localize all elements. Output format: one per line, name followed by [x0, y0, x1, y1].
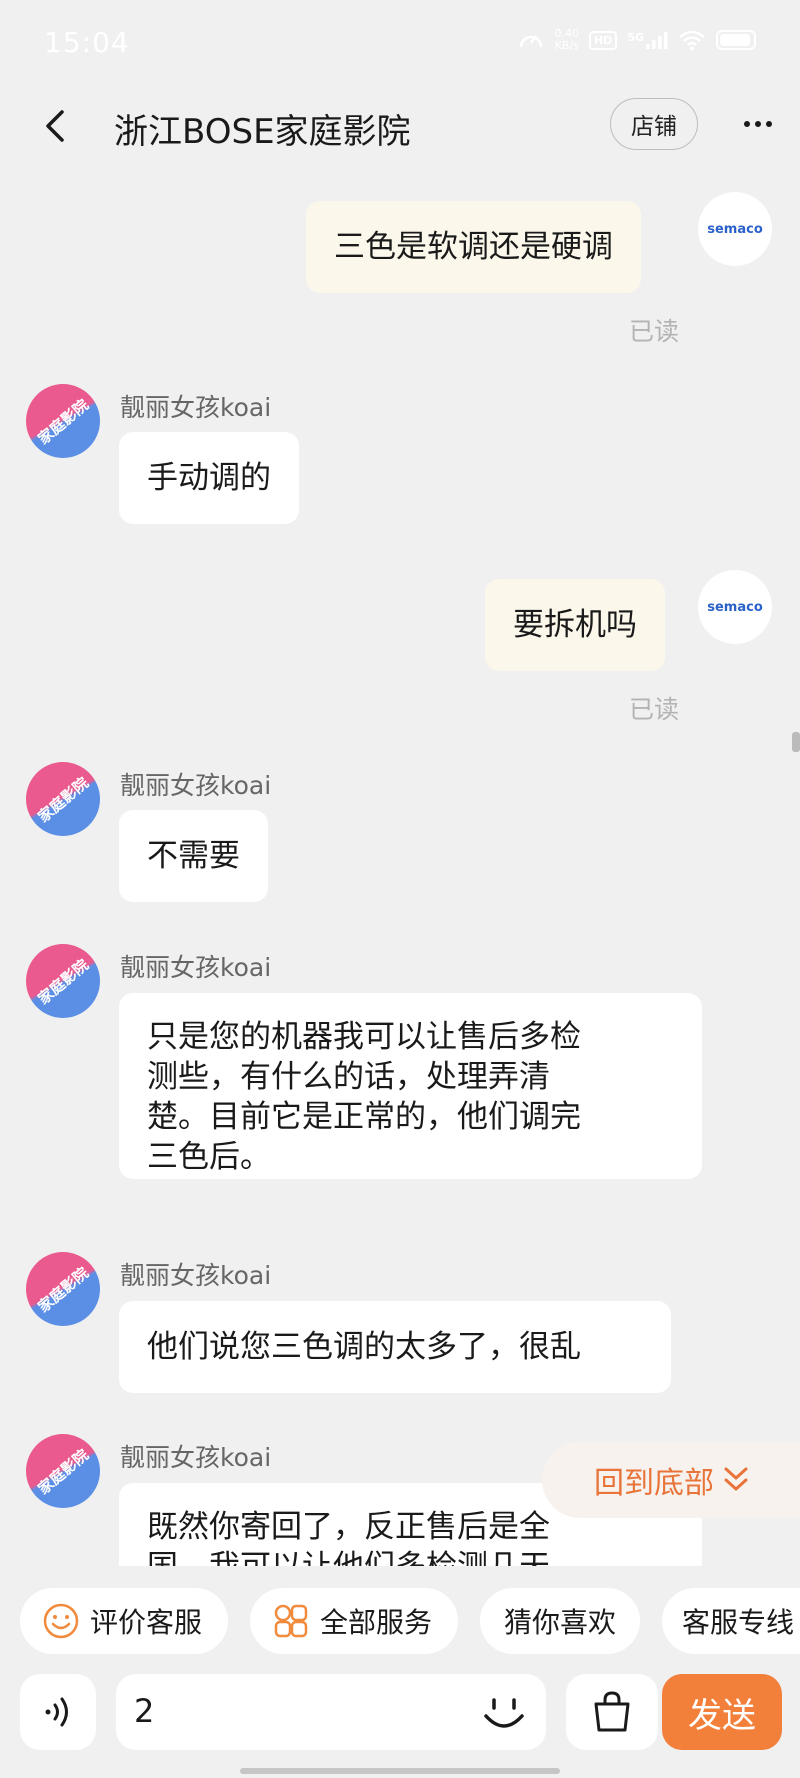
shop-button[interactable]: 店铺 [610, 98, 698, 150]
speedometer-icon [520, 35, 543, 48]
signal-bars-icon [646, 32, 668, 49]
agent-avatar[interactable]: 家庭影院 [26, 762, 100, 836]
smile-icon [43, 1603, 79, 1639]
agent-avatar-label: 家庭影院 [34, 395, 93, 448]
double-chevron-down-icon [724, 1467, 748, 1491]
sender-name: 靓丽女孩koai [120, 1261, 272, 1290]
quick-actions-bar: 评价客服 全部服务 猜你喜欢 客服专线 [0, 1588, 800, 1654]
status-bar: 15:04 0.40 KB/s HD 5G [0, 0, 800, 90]
send-button[interactable]: 发送 [662, 1674, 782, 1750]
product-bag-button[interactable] [566, 1674, 658, 1750]
message-input[interactable]: 2 [116, 1674, 546, 1750]
sender-name: 靓丽女孩koai [120, 953, 272, 982]
read-receipt: 已读 [629, 317, 680, 346]
read-receipt: 已读 [629, 695, 680, 724]
signal-label: 5G [627, 31, 644, 44]
agent-avatar-label: 家庭影院 [34, 773, 93, 826]
agent-avatar[interactable]: 家庭影院 [26, 384, 100, 458]
emoji-icon[interactable] [478, 1686, 530, 1738]
chat-header: 浙江BOSE家庭影院 店铺 [0, 90, 800, 160]
net-speed-unit: KB/s [554, 39, 579, 52]
agent-avatar[interactable]: 家庭影院 [26, 1434, 100, 1508]
chip-label: 客服专线 [682, 1606, 795, 1639]
grid-icon [274, 1604, 308, 1638]
guess-you-like-chip[interactable]: 猜你喜欢 [480, 1588, 640, 1654]
voice-input-button[interactable] [20, 1674, 96, 1750]
sender-name: 靓丽女孩koai [120, 1443, 272, 1472]
message-text: 要拆机吗 [513, 607, 637, 643]
user-avatar-logo: semaco [707, 599, 763, 615]
chip-label: 全部服务 [320, 1606, 433, 1639]
user-avatar[interactable]: semaco [698, 570, 772, 644]
message-text: 三色是软调还是硬调 [334, 229, 613, 265]
message-line: 只是您的机器我可以让售后多检 [147, 1019, 581, 1055]
message-bubble[interactable]: 不需要 [119, 810, 268, 902]
sender-name: 靓丽女孩koai [120, 393, 272, 422]
agent-avatar-label: 家庭影院 [34, 955, 93, 1008]
home-indicator[interactable] [240, 1768, 560, 1774]
back-to-bottom-button[interactable]: 回到底部 [542, 1442, 800, 1518]
service-hotline-chip[interactable]: 客服专线 [662, 1588, 800, 1654]
page-title: 浙江BOSE家庭影院 [114, 112, 411, 152]
more-options-icon[interactable] [742, 112, 774, 136]
shopping-bag-icon [594, 1691, 630, 1732]
message-text: 他们说您三色调的太多了，很乱 [147, 1329, 581, 1365]
voice-icon [45, 1697, 68, 1727]
message-line: 国，我可以让他们多检测几天 [147, 1547, 674, 1566]
message-line: 三色后。 [147, 1139, 271, 1175]
agent-avatar[interactable]: 家庭影院 [26, 1252, 100, 1326]
user-avatar-logo: semaco [707, 221, 763, 237]
battery-icon [716, 30, 756, 50]
message-text: 不需要 [147, 838, 240, 874]
agent-avatar[interactable]: 家庭影院 [26, 944, 100, 1018]
all-services-chip[interactable]: 全部服务 [250, 1588, 458, 1654]
input-bar: 2 发送 [0, 1672, 800, 1752]
back-arrow-icon[interactable] [40, 108, 72, 144]
status-time: 15:04 [44, 26, 130, 59]
user-avatar[interactable]: semaco [698, 192, 772, 266]
sender-name: 靓丽女孩koai [120, 771, 272, 800]
message-bubble[interactable]: 他们说您三色调的太多了，很乱 [119, 1301, 671, 1393]
message-line: 楚。目前它是正常的，他们调完 [147, 1099, 581, 1135]
rate-service-chip[interactable]: 评价客服 [20, 1588, 228, 1654]
agent-avatar-label: 家庭影院 [34, 1263, 93, 1316]
message-bubble[interactable]: 要拆机吗 [485, 579, 665, 671]
status-icons: 0.40 KB/s HD 5G [518, 28, 756, 52]
chip-label: 猜你喜欢 [503, 1606, 616, 1639]
message-input-value: 2 [134, 1692, 155, 1730]
agent-avatar-label: 家庭影院 [34, 1445, 93, 1498]
message-text: 手动调的 [147, 460, 271, 496]
message-bubble[interactable]: 只是您的机器我可以让售后多检 测些，有什么的话，处理弄清 楚。目前它是正常的，他… [119, 993, 702, 1179]
hd-badge: HD [588, 30, 618, 50]
message-bubble[interactable]: 手动调的 [119, 432, 299, 524]
signal-indicator: 5G [627, 31, 668, 49]
chip-label: 评价客服 [90, 1606, 203, 1639]
net-speed: 0.40 KB/s [554, 28, 579, 52]
scrollbar-thumb[interactable] [792, 732, 800, 752]
back-to-bottom-label: 回到底部 [594, 1466, 714, 1501]
wifi-icon [679, 30, 705, 51]
message-bubble[interactable]: 三色是软调还是硬调 [306, 201, 641, 293]
message-line: 测些，有什么的话，处理弄清 [147, 1059, 550, 1095]
chat-thread[interactable]: semaco 三色是软调还是硬调 已读 家庭影院 靓丽女孩koai 手动调的 s… [0, 170, 800, 1566]
